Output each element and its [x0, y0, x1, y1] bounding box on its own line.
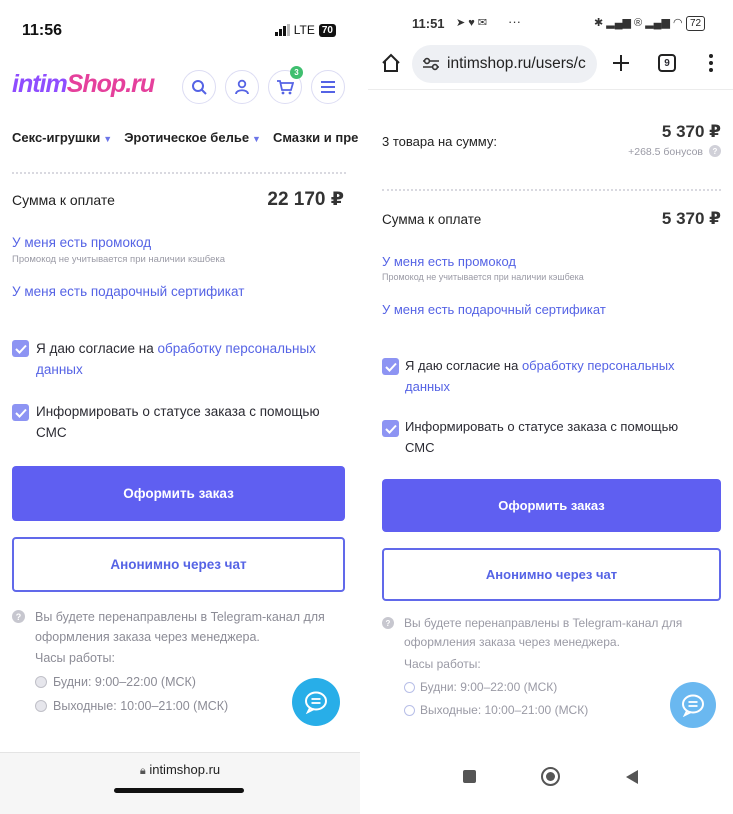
clock-icon	[35, 676, 47, 688]
left-screenshot: 11:56 LTE 70 intimShop.ru 3 Секс-игрушки…	[0, 0, 360, 814]
info-icon[interactable]: ?	[709, 145, 721, 157]
items-total-value: 5 370 ₽	[661, 122, 721, 141]
home-indicator[interactable]	[114, 788, 244, 793]
checkmark-icon	[14, 344, 27, 354]
battery-icon: 70	[318, 23, 336, 37]
chevron-down-icon: ▼	[103, 134, 113, 144]
anonymous-chat-button[interactable]: Анонимно через чат	[382, 548, 721, 601]
clock-icon	[404, 705, 415, 716]
more-notifications: ···	[508, 14, 521, 29]
search-button[interactable]	[182, 70, 216, 104]
url-text: intimshop.ru/users/c	[447, 55, 586, 72]
consent-checkbox[interactable]	[382, 358, 399, 375]
cart-button[interactable]: 3	[268, 66, 303, 104]
chevron-down-icon: ▼	[252, 134, 261, 144]
cart-icon	[277, 80, 294, 95]
right-screenshot: 11:51 ➤ ♥ ✉ ··· ✱ ▂▄▆ ® ▂▄▆ ◠ 72 intimsh…	[368, 0, 733, 814]
user-icon	[235, 79, 249, 95]
total-label: Сумма к оплате	[382, 212, 482, 227]
weekends-hours: Выходные: 10:00–21:00 (МСК)	[35, 696, 228, 716]
category-nav: Секс-игрушки ▼ Эротическое белье ▼ Смазки …	[12, 130, 358, 145]
android-nav-bar	[368, 760, 733, 792]
anonymous-chat-button[interactable]: Анонимно через чат	[12, 537, 345, 592]
promo-code-note: Промокод не учитывается при наличии кэшб…	[382, 272, 584, 282]
consent-checkbox[interactable]	[12, 340, 29, 357]
more-menu-icon[interactable]	[708, 53, 714, 73]
profile-button[interactable]	[225, 70, 259, 104]
nav-item-toys[interactable]: Секс-игрушки ▼	[12, 130, 112, 145]
nav-item-lingerie[interactable]: Эротическое белье ▼	[124, 130, 261, 145]
sms-checkbox[interactable]	[382, 420, 399, 437]
chat-bubble-icon	[305, 691, 327, 714]
checkmark-icon	[384, 362, 397, 372]
back-button[interactable]	[625, 769, 639, 785]
divider	[382, 189, 721, 191]
promo-code-note: Промокод не учитывается при наличии кэшб…	[12, 254, 226, 265]
sms-checkbox[interactable]	[12, 404, 29, 421]
address-bar[interactable]: 🔒︎ intimshop.ru	[0, 762, 360, 778]
checkmark-icon	[14, 408, 27, 418]
sms-text: Информировать о статусе заказа с помощью…	[405, 419, 679, 455]
new-tab-icon[interactable]	[612, 54, 630, 72]
site-logo[interactable]: intimShop.ru	[12, 70, 155, 99]
url-bar[interactable]: intimshop.ru/users/c	[412, 45, 597, 83]
nav-item-lubricants[interactable]: Смазки и пре	[273, 130, 358, 145]
status-icons: LTE 70	[274, 23, 336, 37]
clock-icon	[404, 682, 415, 693]
place-order-button[interactable]: Оформить заказ	[382, 479, 721, 532]
home-icon[interactable]	[381, 53, 401, 73]
total-value: 22 170 ₽	[267, 189, 344, 210]
tabs-counter-icon[interactable]: 9	[658, 54, 676, 72]
gift-certificate-link[interactable]: У меня есть подарочный сертификат	[382, 302, 606, 317]
home-dot-icon	[546, 772, 555, 781]
info-icon: ?	[12, 610, 25, 623]
chat-fab-button[interactable]	[670, 682, 716, 728]
notification-icons: ➤ ♥ ✉	[456, 17, 488, 29]
gift-certificate-link[interactable]: У меня есть подарочный сертификат	[12, 284, 244, 299]
telegram-note: Вы будете перенаправлены в Telegram-кана…	[404, 616, 683, 649]
clock-icon	[35, 700, 47, 712]
hours-label: Часы работы:	[404, 657, 481, 671]
bonus-amount: +268.5 бонусов	[628, 146, 703, 158]
promo-code-link[interactable]: У меня есть промокод	[12, 235, 151, 250]
battery-icon: 72	[686, 16, 706, 31]
info-icon: ?	[382, 617, 394, 629]
chat-bubble-icon	[682, 694, 704, 717]
browser-toolbar: intimshop.ru/users/c 9	[368, 40, 733, 90]
search-icon	[192, 80, 207, 95]
weekdays-hours: Будни: 9:00–22:00 (МСК)	[35, 672, 196, 692]
divider	[12, 172, 346, 174]
sms-text: Информировать о статусе заказа с помощью…	[36, 404, 320, 440]
total-label: Сумма к оплате	[12, 192, 115, 208]
hours-label: Часы работы:	[35, 651, 115, 665]
items-total-label: 3 товара на сумму:	[382, 134, 497, 149]
telegram-note: Вы будете перенаправлены в Telegram-кана…	[35, 610, 325, 644]
promo-code-link[interactable]: У меня есть промокод	[382, 254, 516, 269]
network-label: LTE	[293, 23, 315, 37]
home-button[interactable]	[541, 767, 560, 786]
checkmark-icon	[384, 424, 397, 434]
weekends-hours: Выходные: 10:00–21:00 (МСК)	[404, 701, 588, 720]
site-settings-icon	[423, 57, 439, 71]
consent-text: Я даю согласие на обработку персональных…	[36, 341, 316, 377]
consent-text: Я даю согласие на обработку персональных…	[405, 358, 675, 394]
menu-icon	[321, 81, 335, 93]
status-time: 11:56	[22, 22, 63, 39]
weekdays-hours: Будни: 9:00–22:00 (МСК)	[404, 678, 557, 697]
system-icons: ✱ ▂▄▆ ® ▂▄▆ ◠	[594, 17, 683, 29]
cart-count-badge: 3	[290, 66, 303, 79]
chat-fab-button[interactable]	[292, 678, 340, 726]
status-time: 11:51	[412, 16, 445, 31]
recents-button[interactable]	[463, 770, 476, 783]
signal-icon	[274, 24, 290, 36]
lock-icon: 🔒︎	[139, 765, 146, 777]
place-order-button[interactable]: Оформить заказ	[12, 466, 345, 521]
total-value: 5 370 ₽	[661, 209, 721, 228]
menu-button[interactable]	[311, 70, 345, 104]
